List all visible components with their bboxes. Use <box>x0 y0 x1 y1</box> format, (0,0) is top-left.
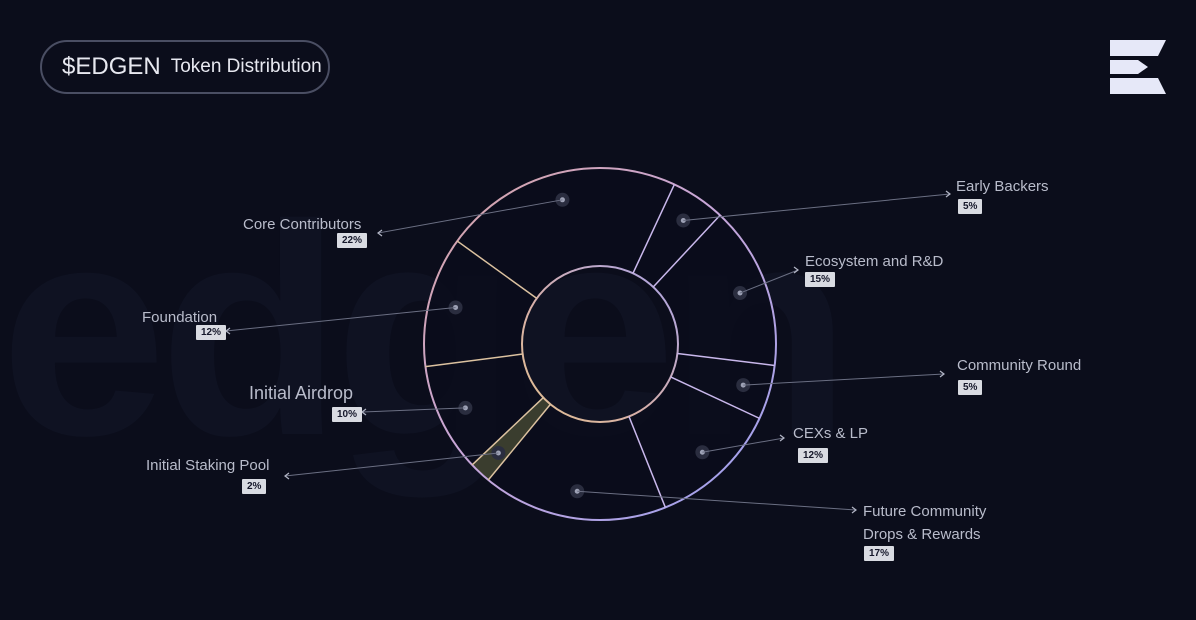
label-line: Drops & Rewards <box>863 526 981 543</box>
value-badge-future-community-drops-rewards: 17% <box>864 546 895 561</box>
leader-line-initial-staking-pool <box>284 452 499 477</box>
label-future-community-drops-rewards: Future Community Drops & Rewards <box>863 500 986 546</box>
value-badge-ecosystem-and-r-d: 15% <box>805 272 836 287</box>
value-badge-core-contributors: 22% <box>337 233 368 248</box>
label-cexs-lp: CEXs & LP <box>793 425 869 442</box>
label-initial-staking-pool: Initial Staking Pool <box>146 457 270 474</box>
value-badge-cexs-lp: 12% <box>798 448 829 463</box>
value-badge-initial-staking-pool: 2% <box>242 479 267 494</box>
leader-line-foundation <box>225 306 456 332</box>
label-community-round: Community Round <box>957 357 1082 374</box>
value-badge-initial-airdrop: 10% <box>332 407 363 422</box>
arrow-icon-ecosystem-and-r-d <box>793 266 799 274</box>
value-badge-early-backers: 5% <box>958 199 983 214</box>
label-core-contributors: Core Contributors <box>243 216 362 233</box>
value-badge-community-round: 5% <box>958 380 983 395</box>
label-initial-airdrop: Initial Airdrop <box>249 383 354 403</box>
label-line: Future Community <box>863 503 987 520</box>
label-ecosystem-and-r-d: Ecosystem and R&D <box>805 253 944 270</box>
leader-line-early-backers <box>683 193 951 221</box>
label-early-backers: Early Backers <box>956 178 1049 195</box>
value-badge-foundation: 12% <box>196 325 227 340</box>
inner-ring <box>521 265 679 423</box>
